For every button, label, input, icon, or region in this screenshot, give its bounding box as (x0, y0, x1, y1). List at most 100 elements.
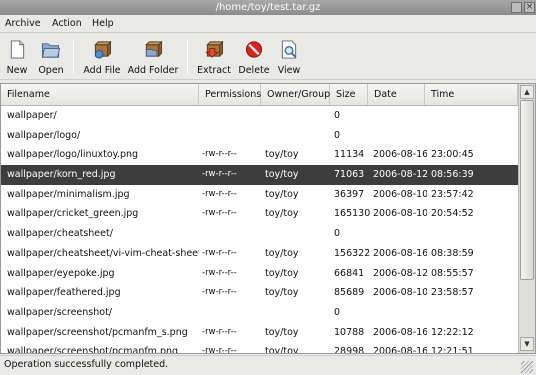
cell-time: 12:21:51 (431, 346, 474, 354)
delete-label: Delete (238, 65, 270, 76)
new-file-icon (10, 40, 25, 59)
scrollbar-thumb[interactable] (520, 100, 534, 280)
add-folder-button[interactable]: Add Folder (127, 36, 179, 78)
delete-button[interactable]: Delete (237, 36, 271, 78)
cell-permissions: -rw-r--r-- (202, 247, 237, 258)
cell-owner-group: toy/toy (265, 169, 299, 181)
extract-icon (205, 40, 224, 58)
resize-grip-icon[interactable] (521, 361, 533, 373)
table-row[interactable]: wallpaper/cricket_green.jpg -rw-r--r-- toy… (1, 204, 518, 224)
delete-icon (245, 41, 263, 58)
cell-time: 20:54:52 (431, 208, 474, 220)
cell-filename: wallpaper/korn_red.jpg (7, 169, 116, 181)
scroll-up-icon[interactable]: ▲ (520, 85, 534, 99)
extract-button[interactable]: Extract (195, 36, 233, 78)
close-icon[interactable]: × (524, 2, 535, 13)
new-button[interactable]: New (2, 36, 32, 78)
table-row[interactable]: wallpaper/screenshot/pcmanfm.png -rw-r--r… (1, 342, 518, 354)
status-text: Operation successfully completed. (4, 359, 169, 370)
cell-time: 12:22:12 (431, 326, 474, 338)
cell-filename: wallpaper/screenshot/ (7, 306, 112, 318)
file-list[interactable]: Filename Permissions Owner/Group Size Da… (0, 83, 536, 354)
cell-time: 08:38:59 (431, 247, 474, 259)
cell-size: 11134 (334, 149, 365, 161)
cell-owner-group: toy/toy (265, 208, 299, 220)
cell-date: 2006-08-10 (373, 188, 427, 200)
cell-filename: wallpaper/logo/linuxtoy.png (7, 149, 139, 161)
column-date[interactable]: Date (368, 84, 425, 105)
cell-owner-group: toy/toy (265, 149, 299, 161)
table-row[interactable]: wallpaper/cheatsheet/0 (1, 224, 518, 244)
cell-filename: wallpaper/logo/ (7, 129, 81, 141)
column-owner-group[interactable]: Owner/Group (261, 84, 330, 105)
cell-time: 23:58:57 (431, 287, 474, 299)
title-bar[interactable]: /home/toy/test.tar.gz × (0, 0, 536, 15)
cell-size: 10788 (334, 326, 365, 338)
cell-permissions: -rw-r--r-- (202, 346, 237, 354)
cell-filename: wallpaper/ (7, 110, 57, 121)
table-row[interactable]: wallpaper/feathered.jpg -rw-r--r-- toy/toy… (1, 283, 518, 303)
cell-filename: wallpaper/screenshot/pcmanfm_s.png (7, 326, 188, 338)
menubar: Archive Action Help (0, 15, 536, 33)
vertical-scrollbar[interactable]: ▲ ▼ (518, 84, 535, 353)
cell-date: 2006-08-16 (373, 247, 427, 259)
cell-date: 2006-08-10 (373, 287, 427, 299)
cell-owner-group: toy/toy (265, 247, 299, 259)
table-row[interactable]: wallpaper/screenshot/pcmanfm_s.png -rw-r-… (1, 323, 518, 343)
menu-archive[interactable]: Archive (5, 18, 41, 29)
table-row[interactable]: wallpaper/cheatsheet/vi-vim-cheat-sheet.… (1, 244, 518, 264)
cell-time: 23:57:42 (431, 188, 474, 200)
scroll-down-icon[interactable]: ▼ (520, 337, 534, 351)
cell-owner-group: toy/toy (265, 287, 299, 299)
add-file-label: Add File (83, 65, 121, 76)
open-label: Open (38, 65, 64, 76)
open-folder-icon (41, 43, 61, 58)
menu-help[interactable]: Help (92, 18, 114, 29)
table-row[interactable]: wallpaper/eyepoke.jpg -rw-r--r-- toy/toy 66… (1, 264, 518, 284)
menu-action[interactable]: Action (52, 18, 82, 29)
cell-date: 2006-08-12 (373, 267, 427, 279)
table-row[interactable]: wallpaper/logo/linuxtoy.png -rw-r--r-- toy… (1, 145, 518, 165)
cell-filename: wallpaper/screenshot/pcmanfm.png (7, 346, 179, 354)
cell-date: 2006-08-12 (373, 169, 427, 181)
cell-filename: wallpaper/feathered.jpg (7, 287, 121, 299)
table-row[interactable]: wallpaper/logo/0 (1, 126, 518, 146)
table-row[interactable]: wallpaper/screenshot/0 (1, 303, 518, 323)
cell-filename: wallpaper/cheatsheet/vi-vim-cheat-sheet.… (7, 247, 199, 259)
cell-owner-group: toy/toy (265, 326, 299, 338)
cell-permissions: -rw-r--r-- (202, 208, 237, 219)
toolbar-separator (187, 40, 188, 74)
cell-permissions: -rw-r--r-- (202, 267, 237, 278)
column-filename[interactable]: Filename (1, 84, 199, 105)
column-permissions[interactable]: Permissions (199, 84, 261, 105)
cell-date: 2006-08-10 (373, 208, 427, 220)
add-file-button[interactable]: Add File (80, 36, 124, 78)
cell-size: 156322 (334, 247, 370, 259)
column-time[interactable]: Time (425, 84, 518, 105)
toolbar: New Open Add File Add Folder Extract Del… (0, 34, 536, 80)
maximize-icon[interactable] (511, 2, 522, 13)
cell-owner-group: toy/toy (265, 267, 299, 279)
table-row[interactable]: wallpaper/korn_red.jpg -rw-r--r-- toy/toy 7… (1, 165, 518, 185)
column-size[interactable]: Size (330, 84, 368, 105)
cell-filename: wallpaper/cricket_green.jpg (7, 208, 139, 220)
new-label: New (6, 65, 28, 76)
cell-size: 36397 (334, 188, 365, 200)
extract-label: Extract (196, 65, 232, 76)
add-file-icon (94, 40, 112, 59)
cell-size: 28998 (334, 346, 365, 354)
cell-date: 2006-08-16 (373, 346, 427, 354)
cell-owner-group: toy/toy (265, 346, 299, 354)
toolbar-separator (73, 40, 74, 74)
cell-time: 08:56:39 (431, 169, 474, 181)
cell-size: 0 (334, 306, 341, 318)
cell-filename: wallpaper/minimalism.jpg (7, 188, 130, 200)
open-button[interactable]: Open (34, 36, 68, 78)
view-button[interactable]: View (274, 36, 304, 78)
cell-permissions: -rw-r--r-- (202, 149, 237, 160)
table-row[interactable]: wallpaper/minimalism.jpg -rw-r--r-- toy/to… (1, 185, 518, 205)
cell-time: 23:00:45 (431, 149, 474, 161)
table-row[interactable]: wallpaper/0 (1, 106, 518, 126)
cell-permissions: -rw-r--r-- (202, 287, 237, 298)
add-folder-icon (145, 40, 163, 58)
